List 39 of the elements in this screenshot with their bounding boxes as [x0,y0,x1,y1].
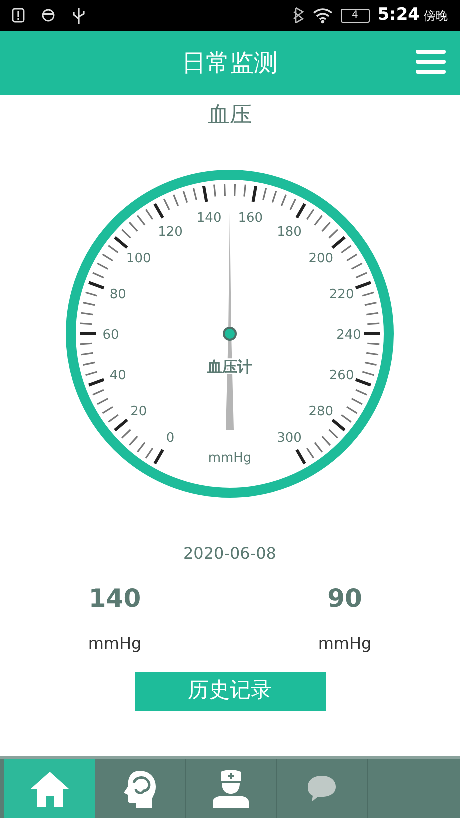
head-icon [122,768,158,808]
reading-value: 140 [88,583,142,615]
scale-label: 200 [308,252,334,266]
scale-label: 240 [336,328,362,343]
wifi-icon [312,8,333,24]
scale-label: 300 [277,431,302,446]
gauge-title: 血压计 [208,358,252,376]
usb-icon [72,6,86,24]
scale-label: 180 [277,224,302,240]
chat-icon [306,774,338,804]
menu-button[interactable] [416,48,446,76]
home-icon [30,770,70,808]
status-period: 傍晚 [424,8,448,24]
bluetooth-icon [292,7,305,24]
scale-label: 40 [110,368,126,384]
battery-icon: 4 [340,8,370,22]
scale-label: 20 [130,404,148,420]
scale-label: 160 [238,210,264,226]
nurse-icon [212,768,250,808]
reading-value: 90 [328,583,362,615]
scale-label: 260 [329,368,354,384]
scale-label: 120 [158,224,183,240]
nav-tab[interactable] [4,759,95,818]
scale-label: 60 [102,328,120,343]
reading-unit: mmHg [318,632,372,654]
scale-label: 80 [110,287,126,302]
scale-label: 280 [308,404,334,420]
scale-label: 220 [329,287,354,302]
scale-label: 0 [166,431,175,446]
scale-label: 100 [126,252,152,266]
history-button[interactable]: 历史记录 [134,672,326,710]
alert-icon [12,8,25,23]
scale-label: 140 [196,210,222,226]
unit-label: mmHg [208,451,252,466]
status-time: 5:24 [378,4,420,27]
date-label: 2020-06-08 [184,543,276,565]
header-title: 日常监测 [182,48,278,79]
reading-unit: mmHg [88,632,142,654]
section-title: 血压 [208,102,252,130]
